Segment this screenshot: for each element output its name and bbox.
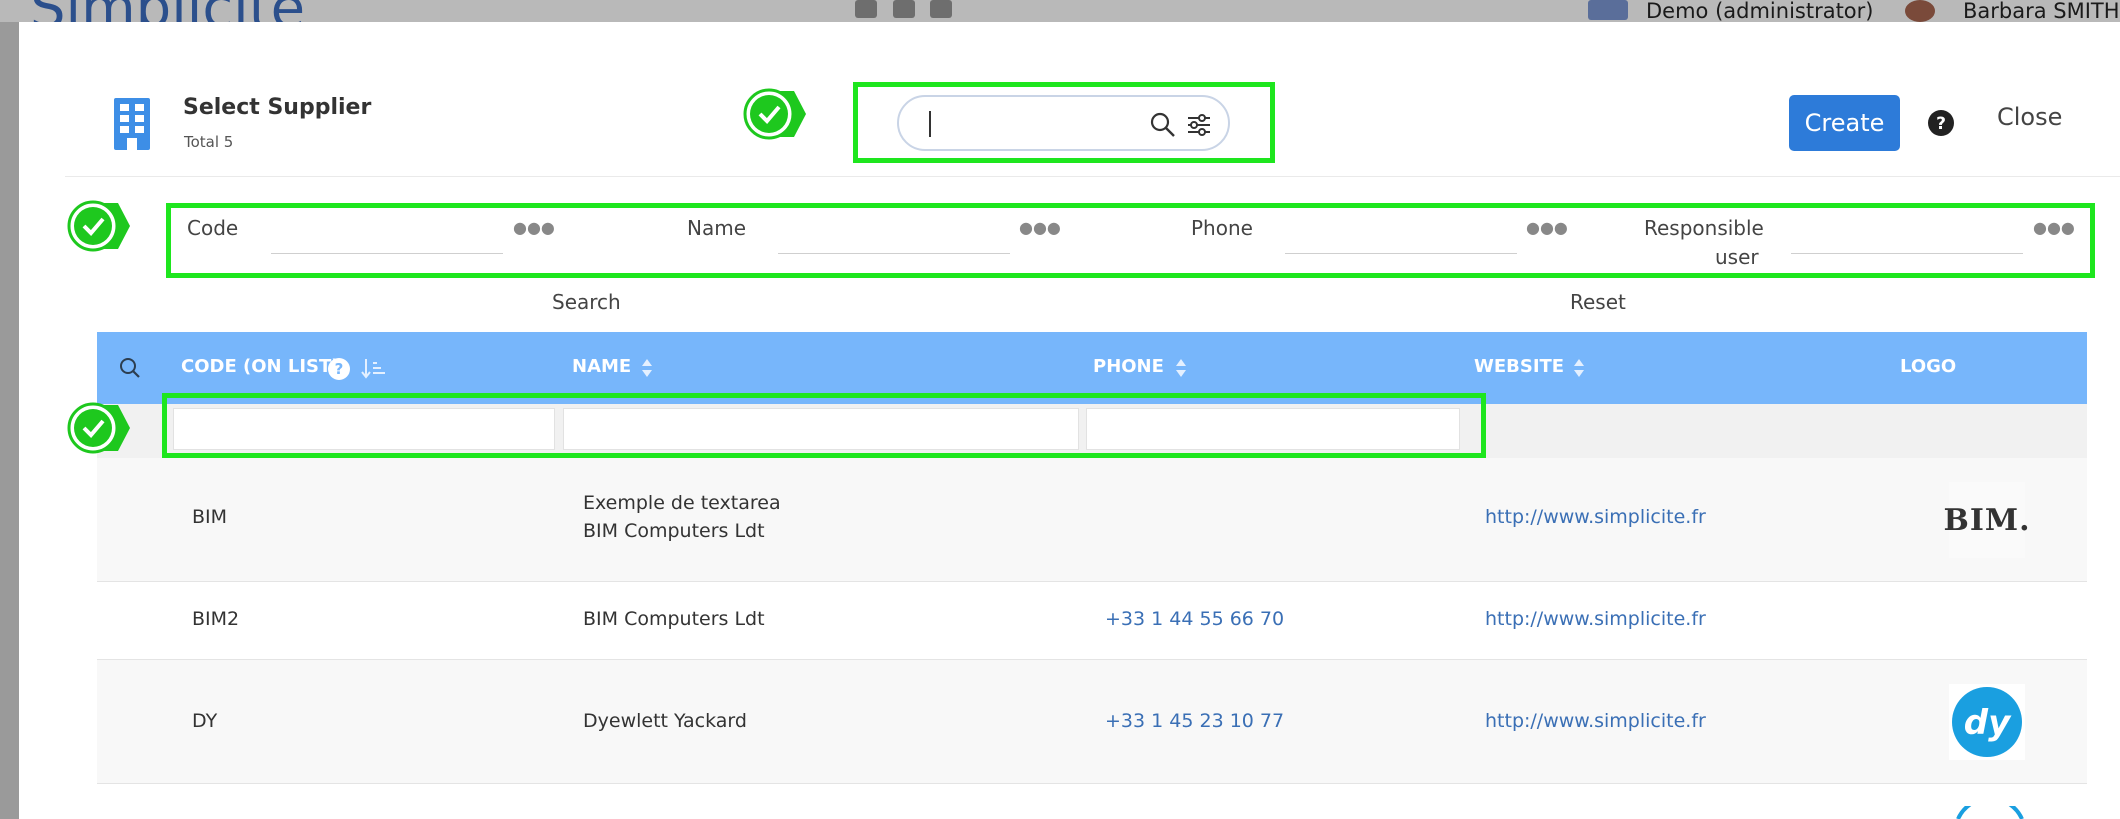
cell-name: Dyewlett Yackard [583, 710, 747, 732]
table-row[interactable]: DY Dyewlett Yackard +33 1 45 23 10 77 ht… [97, 660, 2087, 784]
column-header-website[interactable]: WEBSITE [1474, 356, 1564, 377]
filter-label-user: user [1715, 245, 1759, 269]
background-sidebar [0, 22, 19, 819]
filter-label-name: Name [687, 216, 747, 240]
column-header-name[interactable]: NAME [572, 356, 631, 377]
header-separator [65, 176, 2120, 177]
filter-input-code[interactable] [271, 253, 503, 254]
filter-input-responsible-user[interactable] [1791, 253, 2023, 254]
column-header-code[interactable]: CODE (ON LIST) [181, 356, 340, 377]
background-grid-icon [930, 0, 952, 18]
dialog-title: Select Supplier [183, 95, 372, 120]
search-input[interactable] [927, 109, 1127, 139]
background-menu-icon [1588, 0, 1628, 20]
column-header-phone[interactable]: PHONE [1093, 356, 1164, 377]
check-badge-icon [67, 200, 130, 252]
sort-icon[interactable] [641, 358, 653, 378]
filter-input-name[interactable] [778, 253, 1010, 254]
background-calculator-icon [893, 0, 915, 18]
more-icon[interactable]: ●●● [1526, 218, 1568, 237]
cell-name: BIM Computers Ldt [583, 520, 765, 542]
background-user-name: Barbara SMITH [1963, 0, 2120, 23]
cell-code: DY [192, 710, 218, 732]
more-icon[interactable]: ●●● [1019, 218, 1061, 237]
table-row[interactable]: BIM2 BIM Computers Ldt +33 1 44 55 66 70… [97, 582, 2087, 660]
sort-icon[interactable] [1573, 358, 1585, 378]
text-caret [929, 111, 931, 137]
reset-button[interactable]: Reset [1570, 290, 1626, 314]
filter-input-phone[interactable] [1285, 253, 1517, 254]
filter-label-phone: Phone [1191, 216, 1253, 240]
cell-website-link[interactable]: http://www.simplicite.fr [1485, 710, 1706, 732]
cell-code: BIM [192, 506, 228, 528]
background-avatar [1905, 0, 1935, 22]
search-box[interactable] [897, 95, 1230, 151]
logo-text: BIM. [1943, 502, 2031, 538]
close-button[interactable]: Close [1997, 103, 2062, 131]
cell-phone[interactable]: +33 1 45 23 10 77 [1105, 710, 1284, 732]
cell-phone[interactable]: +33 1 44 55 66 70 [1105, 608, 1284, 630]
supplier-logo-partial [1956, 806, 2024, 819]
cell-name: Exemple de textarea [583, 492, 781, 514]
supplier-logo: BIM. [1943, 482, 2030, 558]
record-count: Total 5 [184, 133, 234, 151]
search-button[interactable]: Search [552, 290, 621, 314]
filters-highlight [166, 203, 2095, 278]
filter-label-code: Code [187, 216, 239, 240]
cell-name: BIM Computers Ldt [583, 608, 765, 630]
filter-label-responsible: Responsible [1644, 216, 1764, 240]
filter-settings-icon[interactable] [1185, 111, 1213, 139]
help-icon[interactable]: ? [1927, 109, 1955, 137]
background-user-scope: Demo (administrator) [1646, 0, 1874, 23]
check-badge-icon [743, 88, 806, 140]
column-header-logo: LOGO [1900, 356, 1957, 377]
create-button[interactable]: Create [1789, 95, 1900, 151]
column-filters-highlight [162, 393, 1486, 458]
cell-code: BIM2 [192, 608, 240, 630]
help-icon[interactable]: ? [327, 357, 351, 381]
svg-text:?: ? [335, 360, 344, 378]
more-icon[interactable]: ●●● [513, 218, 555, 237]
sort-ascending-icon[interactable] [361, 357, 387, 379]
cell-website-link[interactable]: http://www.simplicite.fr [1485, 608, 1706, 630]
supplier-logo: dy [1949, 684, 2025, 760]
building-icon [114, 98, 150, 150]
column-search-icon[interactable] [119, 357, 141, 379]
search-icon[interactable] [1149, 111, 1177, 139]
check-badge-icon [67, 402, 130, 454]
svg-text:?: ? [1936, 114, 1946, 134]
hp-logo-icon: dy [1952, 687, 2022, 757]
background-search-icon [855, 0, 877, 18]
more-icon[interactable]: ●●● [2033, 218, 2075, 237]
table-row[interactable]: BIM Exemple de textarea BIM Computers Ld… [97, 458, 2087, 582]
sort-icon[interactable] [1175, 358, 1187, 378]
logo-text: dy [1964, 703, 2012, 743]
cell-website-link[interactable]: http://www.simplicite.fr [1485, 506, 1706, 528]
